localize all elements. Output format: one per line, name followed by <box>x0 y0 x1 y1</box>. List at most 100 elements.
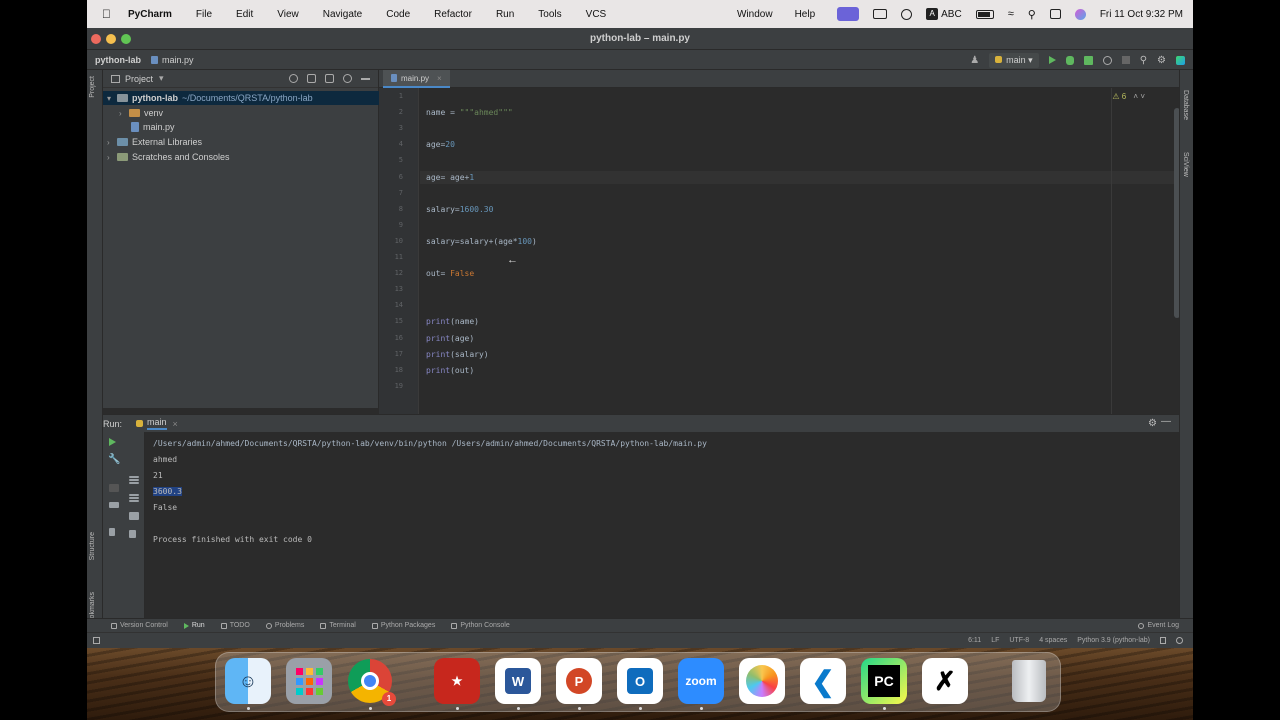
menu-window[interactable]: Window <box>737 9 773 20</box>
jetbrains-icon[interactable] <box>1176 55 1185 65</box>
chevron-right-icon[interactable]: › <box>107 138 117 147</box>
tool-python-packages[interactable]: Python Packages <box>371 622 435 629</box>
side-tab-sciview[interactable]: SciView <box>1182 152 1189 177</box>
pin-icon[interactable] <box>109 528 115 536</box>
tree-item-main-py[interactable]: main.py <box>131 120 175 134</box>
code-line[interactable]: age=20 <box>426 140 455 149</box>
side-tab-structure[interactable]: Structure <box>89 532 96 560</box>
code-line[interactable]: salary=salary+(age*100) <box>426 237 537 246</box>
display-icon[interactable] <box>873 9 888 19</box>
console-output[interactable]: /Users/admin/ahmed/Documents/QRSTA/pytho… <box>153 436 707 548</box>
settings-icon[interactable]: ⚙ <box>1157 55 1166 66</box>
tree-item-scratches[interactable]: › Scratches and Consoles <box>107 150 230 164</box>
menu-run[interactable]: Run <box>496 9 514 20</box>
control-center-icon[interactable] <box>1049 9 1061 19</box>
code-editor[interactable]: ⚠ 6 ˄ ˅ 1 2 3 4 5 6 7 8 9 10 11 12 13 14 15 16 17 18 19 na… <box>379 88 1179 424</box>
code-line[interactable]: out= False <box>426 269 474 278</box>
tree-item-external-libraries[interactable]: › External Libraries <box>107 135 202 149</box>
profile-icon[interactable] <box>1102 55 1112 65</box>
side-tab-project[interactable]: Project <box>89 76 96 98</box>
menu-tools[interactable]: Tools <box>538 9 561 20</box>
spotlight-icon[interactable]: ⚲ <box>1028 8 1036 21</box>
chevron-right-icon[interactable]: › <box>107 153 117 162</box>
menu-help[interactable]: Help <box>795 9 816 20</box>
locate-icon[interactable] <box>289 74 298 83</box>
tool-problems[interactable]: Problems <box>265 622 304 629</box>
code-line[interactable]: print(out) <box>426 366 474 375</box>
dock-vscode[interactable]: ❮ <box>800 658 846 704</box>
dock-pycharm[interactable]: PC <box>861 658 907 704</box>
breadcrumb-file[interactable]: main.py <box>162 55 194 65</box>
menu-refactor[interactable]: Refactor <box>434 9 472 20</box>
chevron-down-icon[interactable]: ▾ <box>107 94 117 103</box>
search-icon[interactable]: ⚲ <box>1140 55 1147 66</box>
apple-icon[interactable]:  <box>102 8 114 20</box>
status-line-separator[interactable]: LF <box>991 637 999 644</box>
menu-vcs[interactable]: VCS <box>586 9 607 20</box>
side-tab-database[interactable]: Database <box>1182 90 1189 120</box>
screen-record-icon[interactable] <box>837 7 860 21</box>
debug-icon[interactable] <box>1065 55 1074 65</box>
focus-icon[interactable] <box>901 8 913 20</box>
tool-python-console[interactable]: Python Console <box>451 622 510 629</box>
tool-todo[interactable]: TODO <box>220 622 250 629</box>
menu-code[interactable]: Code <box>386 9 410 20</box>
dock-outlook[interactable]: O <box>617 658 663 704</box>
vcs-icon[interactable]: ♟ <box>970 55 979 66</box>
menu-view[interactable]: View <box>277 9 299 20</box>
expand-all-icon[interactable] <box>307 74 316 83</box>
input-source-icon[interactable]: A <box>926 8 939 20</box>
dock-word[interactable]: W <box>495 658 541 704</box>
dock-launchpad[interactable] <box>286 658 332 704</box>
trash-icon[interactable] <box>129 530 136 538</box>
dock-chrome[interactable]: 1 <box>347 658 396 706</box>
soft-wrap-icon[interactable] <box>129 476 139 478</box>
dock-acrobat[interactable]: ⋆ <box>434 658 480 704</box>
coverage-icon[interactable] <box>1083 55 1093 65</box>
battery-icon[interactable] <box>975 9 994 19</box>
dock-zoom[interactable]: zoom <box>678 658 724 704</box>
tool-version-control[interactable]: Version Control <box>111 622 168 629</box>
code-line[interactable]: print(age) <box>426 334 474 343</box>
status-caret-position[interactable]: 6:11 <box>968 637 981 644</box>
status-interpreter[interactable]: Python 3.9 (python-lab) <box>1077 637 1150 644</box>
code-line[interactable]: salary=1600.30 <box>426 205 493 214</box>
tool-event-log[interactable]: Event Log <box>1138 622 1179 629</box>
tool-terminal[interactable]: Terminal <box>320 622 356 629</box>
collapse-all-icon[interactable] <box>325 74 334 83</box>
stop-icon[interactable] <box>109 484 119 492</box>
hide-run-panel-icon[interactable]: — <box>1161 416 1171 427</box>
run-icon[interactable] <box>1048 56 1056 64</box>
dock-powerpoint[interactable]: P <box>556 658 602 704</box>
rerun-icon[interactable] <box>109 438 116 446</box>
inspection-indicator[interactable]: ⚠ 6 ˄ ˅ <box>1112 92 1145 101</box>
run-settings-icon[interactable]: ⚙ <box>1148 418 1157 429</box>
dock-trash[interactable] <box>1006 658 1052 704</box>
tool-run[interactable]: Run <box>183 622 205 629</box>
tab-main-py[interactable]: main.py × <box>383 70 450 88</box>
chevron-right-icon[interactable]: › <box>119 109 129 118</box>
menubar-datetime[interactable]: Fri 11 Oct 9:32 PM <box>1100 9 1183 20</box>
print-icon[interactable] <box>129 512 139 520</box>
breadcrumb-project[interactable]: python-lab <box>95 55 141 65</box>
project-settings-icon[interactable] <box>343 74 352 83</box>
close-tab-icon[interactable]: × <box>173 419 178 429</box>
project-panel-title[interactable]: Project <box>125 74 153 84</box>
run-tab-main[interactable]: main <box>147 417 167 430</box>
wifi-icon[interactable]: ≈ <box>1008 8 1014 20</box>
zoom-window-icon[interactable] <box>121 34 131 44</box>
menu-file[interactable]: File <box>196 9 212 20</box>
dock-finder[interactable]: ☺ <box>225 658 271 704</box>
scroll-to-end-icon[interactable] <box>129 494 139 496</box>
close-tab-icon[interactable]: × <box>437 74 442 83</box>
code-line[interactable]: age= age+1 <box>426 173 474 182</box>
hide-panel-icon[interactable] <box>361 78 370 80</box>
input-source-label[interactable]: ABC <box>941 9 962 20</box>
status-encoding[interactable]: UTF-8 <box>1009 637 1029 644</box>
menu-app-name[interactable]: PyCharm <box>128 9 172 20</box>
status-hide-icon[interactable] <box>93 637 100 644</box>
close-window-icon[interactable] <box>91 34 101 44</box>
wrench-icon[interactable]: 🔧 <box>108 454 120 465</box>
stop-icon[interactable] <box>1121 56 1130 64</box>
siri-icon[interactable] <box>1074 8 1086 20</box>
